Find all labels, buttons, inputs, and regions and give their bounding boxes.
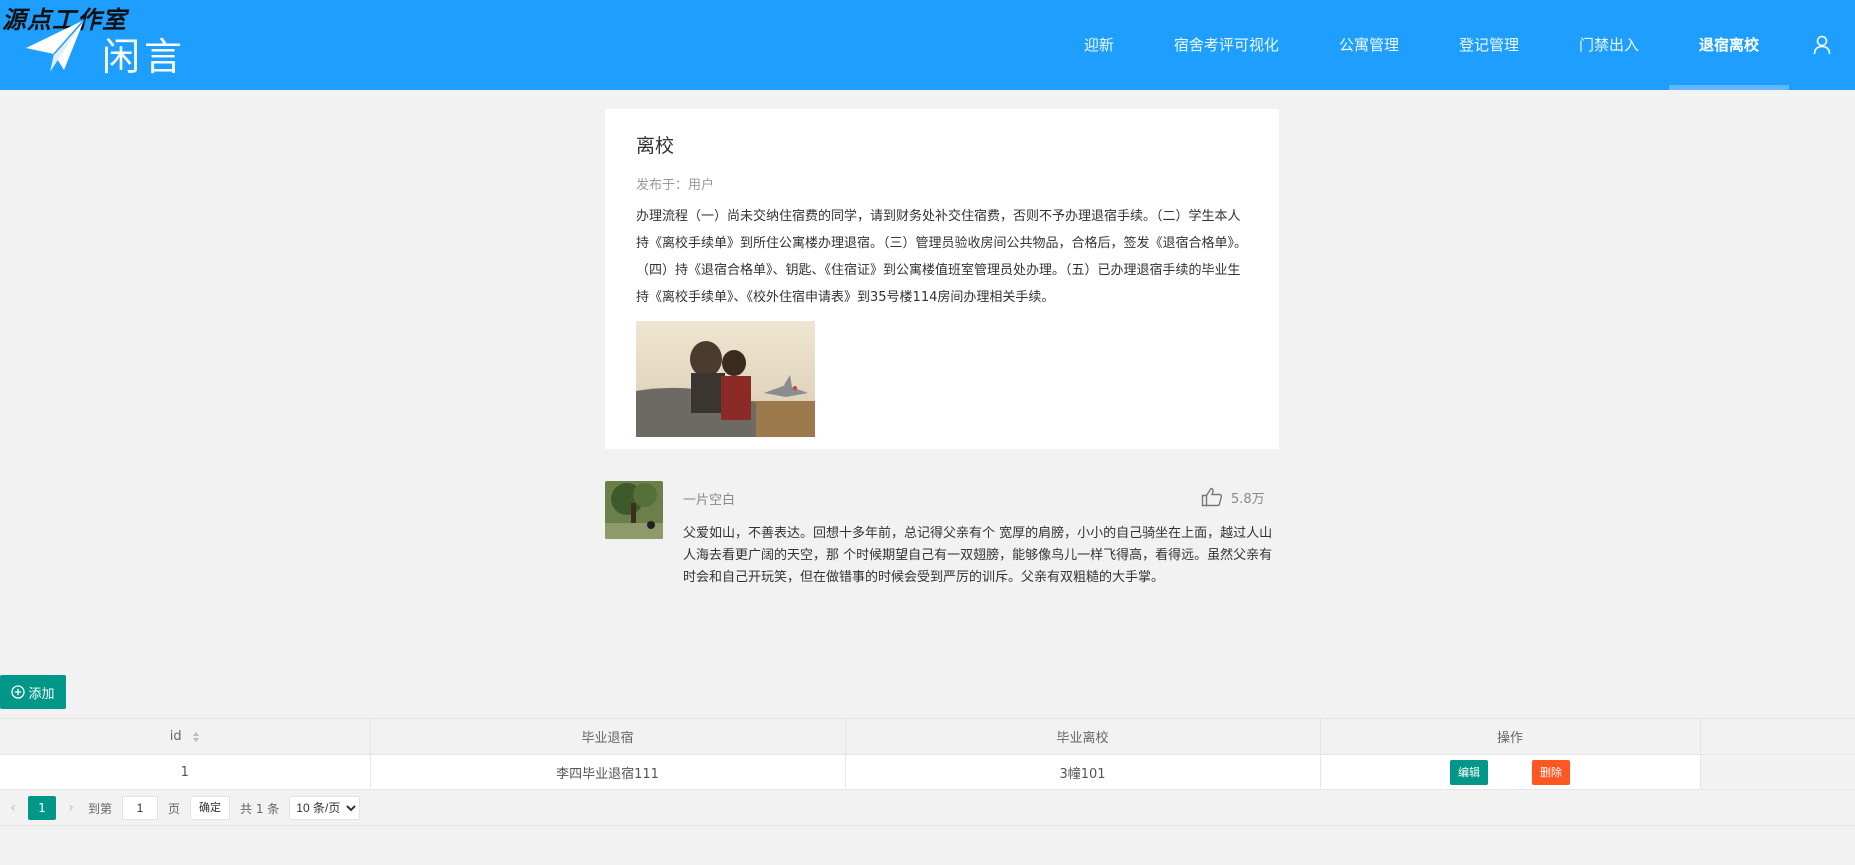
article-meta: 发布于：用户 — [636, 178, 715, 193]
column-header-leave: 毕业离校 — [845, 718, 1321, 755]
chevron-right-icon[interactable]: › — [60, 800, 82, 816]
comment-author: 一片空白 — [683, 493, 736, 508]
chevron-left-icon[interactable]: ‹ — [2, 800, 24, 816]
article-image — [636, 321, 815, 437]
cell-ops: 编辑 删除 — [1320, 754, 1701, 790]
edit-button[interactable]: 编辑 — [1450, 759, 1488, 785]
user-menu[interactable] — [1789, 0, 1855, 90]
goto-label: 到第 — [88, 801, 113, 816]
sort-icon[interactable] — [192, 731, 200, 743]
cell-leave: 3幢101 — [845, 754, 1321, 790]
table-header-row: id 毕业退宿 毕业离校 操作 — [0, 718, 1855, 755]
nav-item-dorm-eval[interactable]: 宿舍考评可视化 — [1144, 0, 1309, 90]
column-header-checkout: 毕业退宿 — [370, 718, 846, 755]
thumbs-up-icon — [1201, 487, 1223, 507]
pagination: ‹ 1 › 到第 页 确定 共 1 条 10 条/页 — [0, 791, 1855, 826]
nav-item-checkout[interactable]: 退宿离校 — [1668, 0, 1790, 90]
nav-item-registration[interactable]: 登记管理 — [1429, 0, 1549, 90]
article-body: 办理流程（一）尚未交纳住宿费的同学，请到财务处补交住宿费，否则不予办理退宿手续。… — [636, 209, 1248, 305]
goto-confirm-button[interactable]: 确定 — [190, 796, 231, 820]
nav-item-welcome[interactable]: 迎新 — [1054, 0, 1144, 90]
delete-button[interactable]: 删除 — [1532, 759, 1570, 785]
logo-text: 闲言 — [102, 35, 187, 79]
cell-checkout: 李四毕业退宿111 — [370, 754, 846, 790]
add-button-label: 添加 — [28, 686, 55, 702]
nav-item-access[interactable]: 门禁出入 — [1549, 0, 1669, 90]
page-size-select[interactable]: 10 条/页 — [289, 796, 361, 820]
page-number-current[interactable]: 1 — [28, 796, 56, 820]
main-nav: 迎新 宿舍考评可视化 公寓管理 登记管理 门禁出入 退宿离校 — [1054, 0, 1855, 90]
column-header-filler — [1700, 718, 1855, 755]
column-header-id[interactable]: id — [0, 718, 371, 755]
nav-item-apartment[interactable]: 公寓管理 — [1309, 0, 1429, 90]
like-button[interactable]: 5.8万 — [1201, 487, 1265, 507]
article-card: 离校 发布于：用户 办理流程（一）尚未交纳住宿费的同学，请到财务处补交住宿费，否… — [605, 109, 1279, 449]
top-header: 源点工作室 闲言 迎新 宿舍考评可视化 公寓管理 登记管理 门禁出入 退宿离校 — [0, 0, 1855, 90]
column-header-ops: 操作 — [1320, 718, 1701, 755]
user-icon — [1813, 35, 1831, 55]
plus-circle-icon — [11, 685, 26, 699]
paper-plane-icon — [26, 19, 85, 72]
cell-id: 1 — [0, 754, 371, 790]
article-title: 离校 — [636, 135, 675, 157]
like-count: 5.8万 — [1231, 491, 1265, 507]
comment-text: 父爱如山，不善表达。回想十多年前，总记得父亲有个 宽厚的肩膀，小小的自己骑坐在上… — [683, 526, 1273, 585]
page-unit-label: 页 — [168, 801, 181, 816]
data-table: id 毕业退宿 毕业离校 操作 1 李四毕业退宿111 3幢101 编辑 删除 — [0, 718, 1855, 790]
cell-filler — [1700, 754, 1855, 790]
add-button[interactable]: 添加 — [0, 675, 66, 709]
table-row: 1 李四毕业退宿111 3幢101 编辑 删除 — [0, 754, 1855, 790]
goto-page-input[interactable] — [122, 796, 159, 820]
total-count: 共 1 条 — [240, 801, 280, 816]
avatar — [605, 481, 663, 539]
